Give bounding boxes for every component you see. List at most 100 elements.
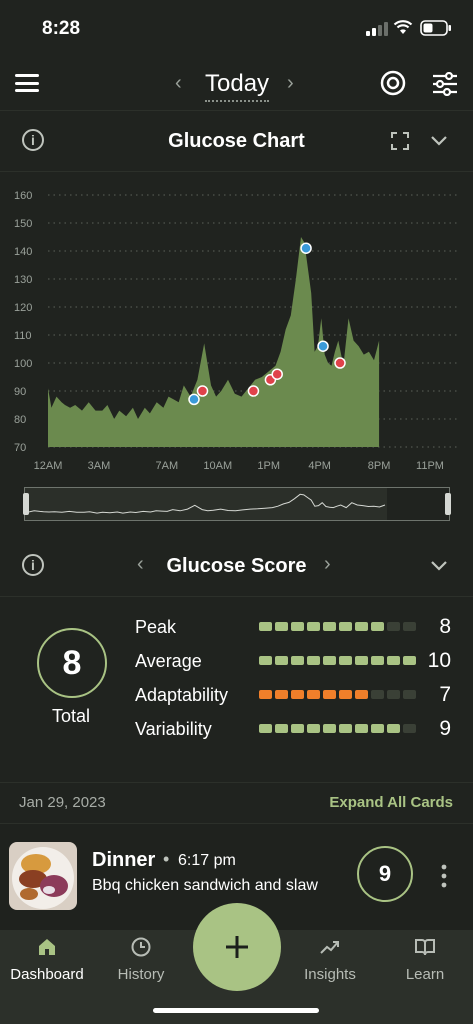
score-bar-segment <box>307 622 320 631</box>
glucose-score-title: Glucose Score <box>166 555 307 577</box>
next-score-icon[interactable]: › <box>324 553 331 576</box>
score-bar-segment <box>339 690 352 699</box>
score-bar-segment <box>403 724 416 733</box>
meal-description: Bbq chicken sandwich and slaw <box>92 877 318 894</box>
x-tick-label: 11PM <box>416 460 444 472</box>
meal-photo-image <box>9 842 77 910</box>
score-bar-segment <box>371 622 384 631</box>
trend-up-icon <box>320 941 339 954</box>
score-bar-segment <box>291 724 304 733</box>
expand-all-cards-link[interactable]: Expand All Cards <box>329 794 453 811</box>
battery-icon <box>420 20 451 36</box>
score-bar-segment <box>355 690 368 699</box>
y-tick-label: 120 <box>14 302 32 314</box>
glucose-chart[interactable]: 160 150 140 130 120 110 100 90 80 70 12AM 3AM 7AM 10A… <box>0 180 473 480</box>
top-bar: ‹ Today › <box>0 56 473 111</box>
settings-sliders-icon[interactable] <box>432 72 458 96</box>
y-tick-label: 160 <box>14 190 32 202</box>
meal-photo[interactable] <box>9 842 77 910</box>
next-day-icon[interactable]: › <box>287 72 294 95</box>
chevron-down-icon[interactable] <box>430 560 448 572</box>
event-marker <box>188 393 200 406</box>
fullscreen-icon[interactable] <box>391 132 409 150</box>
metric-name: Average <box>135 651 202 671</box>
event-marker <box>300 242 312 254</box>
feed-date: Jan 29, 2023 <box>19 794 106 811</box>
event-marker <box>317 340 329 352</box>
score-bar-segment <box>291 656 304 665</box>
x-tick-label: 7AM <box>156 460 179 472</box>
event-marker <box>247 385 260 397</box>
tab-label: History <box>117 966 165 983</box>
add-entry-button[interactable] <box>193 903 281 991</box>
score-bar-segment <box>403 622 416 631</box>
metric-variability: Variability 9 <box>135 715 455 743</box>
score-bar-segment <box>403 690 416 699</box>
score-bar-segment <box>291 622 304 631</box>
score-bar-segment <box>323 724 336 733</box>
metric-name: Peak <box>135 617 177 637</box>
more-options-icon[interactable] <box>440 864 448 888</box>
chevron-down-icon[interactable] <box>430 135 448 147</box>
score-bar-segment <box>307 656 320 665</box>
y-tick-label: 110 <box>14 330 32 342</box>
glucose-score-body: 8 Total Peak 8 Average 10 Adaptability 7… <box>0 596 473 783</box>
score-bar-segment <box>355 622 368 631</box>
score-bar-segment <box>259 656 272 665</box>
score-bar-segment <box>307 724 320 733</box>
meal-separator: • <box>163 849 170 869</box>
glucose-area <box>48 237 380 447</box>
y-tick-label: 150 <box>14 218 32 230</box>
glucose-chart-svg: 160 150 140 130 120 110 100 90 80 70 12AM 3AM 7AM 10A… <box>14 190 458 472</box>
glucose-score-header: i ‹ Glucose Score › <box>0 536 473 597</box>
y-tick-label: 80 <box>14 414 26 426</box>
score-bar-segment <box>387 690 400 699</box>
meal-score-circle: 9 <box>357 846 413 902</box>
plus-icon <box>226 936 248 958</box>
score-bar-segment <box>371 690 384 699</box>
x-tick-label: 10AM <box>203 460 232 472</box>
menu-icon[interactable] <box>15 74 39 92</box>
x-tick-label: 8PM <box>368 460 391 472</box>
previous-day-icon[interactable]: ‹ <box>175 72 182 95</box>
event-marker <box>196 385 209 397</box>
clock-icon <box>131 937 151 957</box>
score-bar-segment <box>259 724 272 733</box>
metric-average: Average 10 <box>135 647 455 675</box>
x-tick-label: 3AM <box>88 460 111 472</box>
tab-label: Dashboard <box>10 966 84 983</box>
range-end-handle[interactable] <box>445 493 451 515</box>
score-bar-segment <box>355 724 368 733</box>
score-bar-segment <box>339 656 352 665</box>
score-bar-segment <box>275 724 288 733</box>
status-bar: 8:28 <box>0 0 473 56</box>
score-bar-segment <box>275 656 288 665</box>
y-tick-label: 140 <box>14 246 32 258</box>
tab-label: Insights <box>304 966 356 983</box>
tab-label: Learn <box>405 966 445 983</box>
score-bar-segment <box>323 622 336 631</box>
time-range-selector[interactable] <box>23 487 451 521</box>
range-overview-line <box>25 493 386 514</box>
y-tick-label: 70 <box>14 442 26 454</box>
total-score-label: Total <box>51 706 91 726</box>
score-bar-segment <box>339 724 352 733</box>
score-bar-segment <box>371 724 384 733</box>
metric-bars <box>259 690 416 699</box>
target-icon[interactable] <box>380 70 406 96</box>
score-bar-segment <box>259 622 272 631</box>
metric-bars <box>259 622 416 631</box>
range-start-handle[interactable] <box>23 493 29 515</box>
x-tick-label: 4PM <box>308 460 331 472</box>
metric-peak: Peak 8 <box>135 613 455 641</box>
score-bar-segment <box>403 656 416 665</box>
home-indicator <box>153 1008 319 1013</box>
score-bar-segment <box>291 690 304 699</box>
score-bar-segment <box>339 622 352 631</box>
date-title[interactable]: Today <box>205 70 270 102</box>
wifi-icon <box>393 20 413 34</box>
score-bar-segment <box>275 622 288 631</box>
total-score-circle: 8 <box>37 628 107 698</box>
metric-value: 10 <box>427 649 451 672</box>
metric-bars <box>259 656 416 665</box>
